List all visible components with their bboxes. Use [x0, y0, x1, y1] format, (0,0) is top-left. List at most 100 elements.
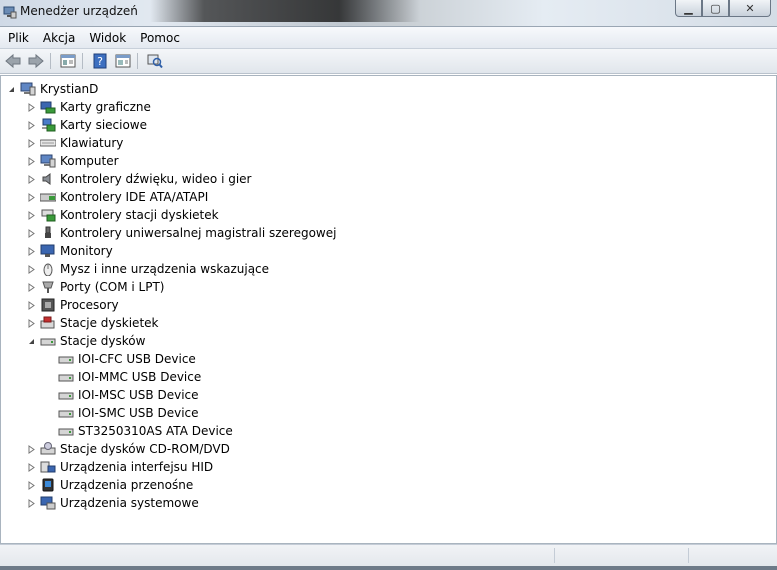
expand-arrow-icon[interactable]: [27, 480, 36, 490]
tree-item-monitory[interactable]: Monitory: [27, 242, 113, 260]
view-button[interactable]: [113, 52, 133, 70]
network-adapter-icon: [40, 118, 56, 132]
tree-item-label: IOI-MSC USB Device: [78, 388, 199, 402]
minimize-icon: ▁: [684, 1, 693, 15]
tree-item-krystiand[interactable]: KrystianD: [7, 80, 98, 98]
tree-item-urzadzenia-systemowe[interactable]: Urządzenia systemowe: [27, 494, 199, 512]
tree-item-label: Kontrolery uniwersalnej magistrali szere…: [60, 226, 337, 240]
expand-arrow-icon[interactable]: [27, 102, 36, 112]
tree-item-ioi-mmc-usb-device[interactable]: IOI-MMC USB Device: [45, 368, 201, 386]
tree-item-stacje-dyskow[interactable]: Stacje dysków: [27, 332, 145, 350]
tree-item-label: Mysz i inne urządzenia wskazujące: [60, 262, 270, 276]
help-button[interactable]: ?: [90, 52, 110, 70]
tree-item-stacje-dyskietek[interactable]: Stacje dyskietek: [27, 314, 158, 332]
expand-arrow-icon[interactable]: [27, 462, 36, 472]
tree-item-label: Stacje dysków CD-ROM/DVD: [60, 442, 230, 456]
tree-item-ioi-msc-usb-device[interactable]: IOI-MSC USB Device: [45, 386, 199, 404]
tree-item-procesory[interactable]: Procesory: [27, 296, 119, 314]
disk-drive-icon: [58, 388, 74, 402]
tree-item-karty-sieciowe[interactable]: Karty sieciowe: [27, 116, 147, 134]
forward-arrow-icon: [28, 53, 44, 69]
tree-item-label: Komputer: [60, 154, 119, 168]
maximize-button[interactable]: ▢: [702, 0, 729, 17]
tree-item-ioi-smc-usb-device[interactable]: IOI-SMC USB Device: [45, 404, 199, 422]
tree-item-kontrolery-ide-ata-atapi[interactable]: Kontrolery IDE ATA/ATAPI: [27, 188, 208, 206]
tree-item-label: Stacje dyskietek: [60, 316, 159, 330]
tree-item-porty-com-i-lpt[interactable]: Porty (COM i LPT): [27, 278, 164, 296]
disk-drive-icon: [58, 406, 74, 420]
expand-arrow-icon[interactable]: [27, 498, 36, 508]
expand-arrow-icon[interactable]: [27, 444, 36, 454]
expand-arrow-icon[interactable]: [27, 174, 36, 184]
collapse-arrow-icon[interactable]: [27, 337, 36, 346]
cdrom-icon: [40, 442, 56, 456]
menu-pomoc[interactable]: Pomoc: [134, 31, 186, 45]
menu-plik[interactable]: Plik: [2, 31, 35, 45]
status-bar: [0, 544, 777, 567]
minimize-button[interactable]: ▁: [675, 0, 702, 17]
expand-arrow-icon[interactable]: [27, 246, 36, 256]
properties-icon: [60, 54, 76, 68]
tree-item-label: Kontrolery dźwięku, wideo i gier: [60, 172, 252, 186]
portable-device-icon: [40, 478, 56, 492]
tree-item-urzadzenia-interfejsu-hid[interactable]: Urządzenia interfejsu HID: [27, 458, 213, 476]
tree-item-urzadzenia-przenosne[interactable]: Urządzenia przenośne: [27, 476, 193, 494]
floppy-controller-icon: [40, 208, 56, 222]
tree-item-stacje-dyskow-cd-rom-dvd[interactable]: Stacje dysków CD-ROM/DVD: [27, 440, 230, 458]
expand-arrow-icon[interactable]: [27, 210, 36, 220]
view-icon: [115, 54, 131, 68]
tree-item-label: Urządzenia interfejsu HID: [60, 460, 214, 474]
expand-arrow-icon[interactable]: [27, 282, 36, 292]
tree-item-st3250310as-ata-device[interactable]: ST3250310AS ATA Device: [45, 422, 233, 440]
disk-drive-icon: [58, 352, 74, 366]
expand-arrow-icon[interactable]: [27, 138, 36, 148]
disk-drive-icon: [58, 370, 74, 384]
status-pane-divider: [554, 548, 556, 563]
svg-text:?: ?: [97, 55, 103, 68]
expand-arrow-icon[interactable]: [27, 120, 36, 130]
tree-item-ioi-cfc-usb-device[interactable]: IOI-CFC USB Device: [45, 350, 196, 368]
status-pane-divider: [688, 548, 690, 563]
device-manager-icon: [3, 5, 17, 19]
expand-arrow-icon[interactable]: [27, 156, 36, 166]
tree-item-label: KrystianD: [40, 82, 99, 96]
usb-icon: [40, 226, 56, 240]
tree-item-komputer[interactable]: Komputer: [27, 152, 119, 170]
device-tree[interactable]: KrystianD Karty graficzne Karty sieciowe Kl…: [0, 75, 777, 544]
menu-widok[interactable]: Widok: [83, 31, 132, 45]
close-button[interactable]: ✕: [729, 0, 771, 17]
expand-arrow-icon[interactable]: [27, 192, 36, 202]
expand-arrow-icon[interactable]: [27, 300, 36, 310]
expand-arrow-icon[interactable]: [27, 228, 36, 238]
tree-item-kontrolery-dzwieku-wideo-i-gier[interactable]: Kontrolery dźwięku, wideo i gier: [27, 170, 251, 188]
processor-icon: [40, 298, 56, 312]
toolbar-separator: [50, 53, 51, 69]
forward-button[interactable]: [26, 52, 46, 70]
back-button[interactable]: [3, 52, 23, 70]
menu-akcja[interactable]: Akcja: [37, 31, 81, 45]
tree-item-label: Stacje dysków: [60, 334, 146, 348]
scan-hardware-button[interactable]: [145, 52, 165, 70]
properties-button[interactable]: [58, 52, 78, 70]
tree-item-kontrolery-stacji-dyskietek[interactable]: Kontrolery stacji dyskietek: [27, 206, 219, 224]
hid-icon: [40, 460, 56, 474]
toolbar: ?: [0, 49, 777, 74]
expand-arrow-icon[interactable]: [27, 318, 36, 328]
mouse-icon: [40, 262, 56, 276]
system-device-icon: [40, 496, 56, 510]
tree-item-klawiatury[interactable]: Klawiatury: [27, 134, 123, 152]
scan-hardware-icon: [147, 54, 163, 69]
ide-controller-icon: [40, 190, 56, 204]
title-bar[interactable]: Menedżer urządzeń ▁ ▢ ✕: [0, 0, 777, 27]
tree-item-label: Karty graficzne: [60, 100, 151, 114]
tree-item-mysz-i-inne-urzadzenia-wskazujace[interactable]: Mysz i inne urządzenia wskazujące: [27, 260, 269, 278]
tree-item-kontrolery-uniwersalnej-magistrali-szeregowej[interactable]: Kontrolery uniwersalnej magistrali szere…: [27, 224, 336, 242]
expand-arrow-icon[interactable]: [27, 264, 36, 274]
collapse-arrow-icon[interactable]: [7, 85, 16, 94]
tree-item-karty-graficzne[interactable]: Karty graficzne: [27, 98, 151, 116]
keyboard-icon: [40, 136, 56, 150]
